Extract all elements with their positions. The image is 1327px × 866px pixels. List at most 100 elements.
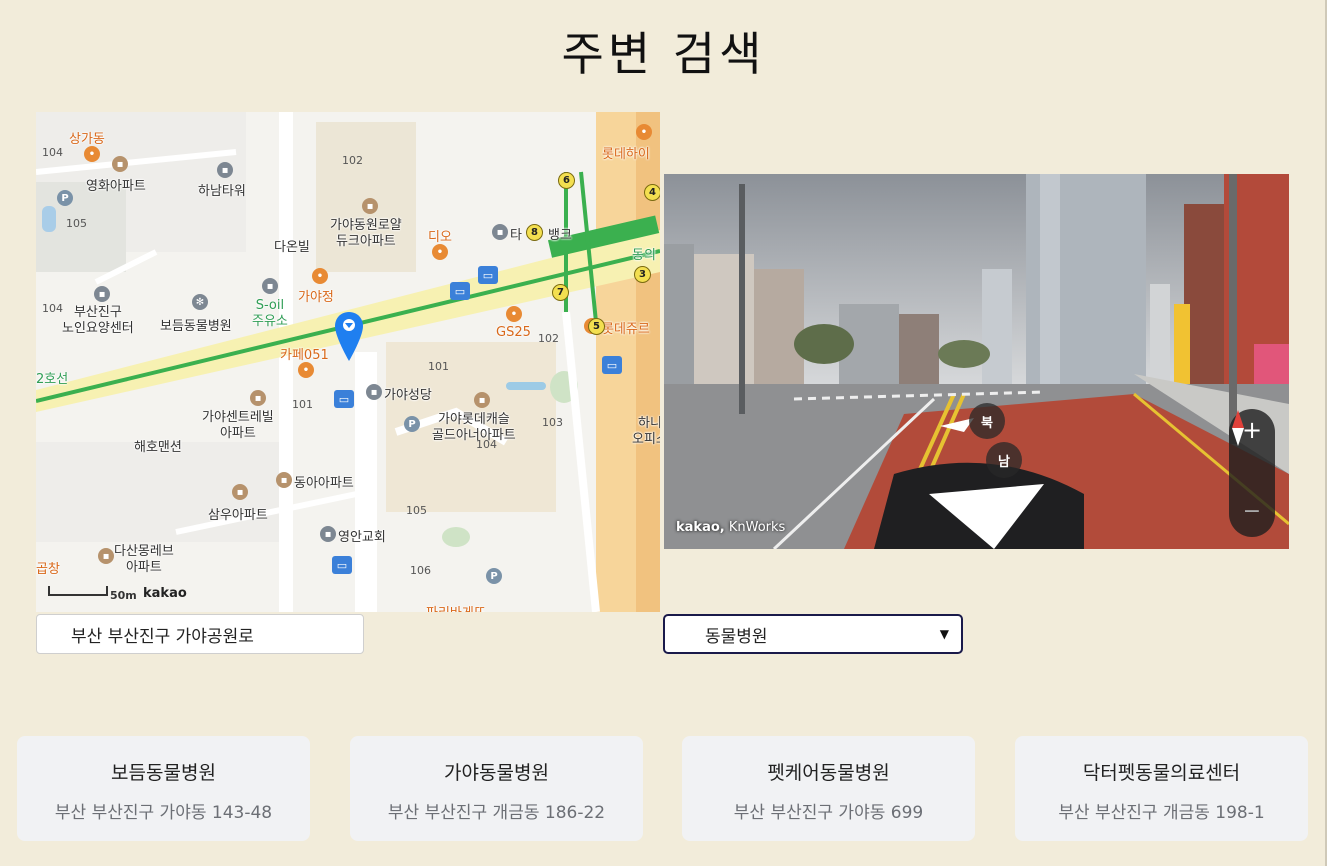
map-label: 타	[510, 228, 522, 243]
map-label: 가야성당	[384, 388, 432, 403]
apartment-icon: ▪	[112, 156, 128, 172]
map-label: GS25	[496, 325, 531, 340]
bus-stop-icon[interactable]: ▭	[450, 282, 470, 300]
building-number: 104	[42, 146, 63, 159]
subway-exit-icon[interactable]: 7	[552, 284, 569, 301]
roadview-credit-partner: KnWorks	[728, 520, 786, 535]
map-label: 가야정	[298, 290, 334, 305]
building-number: 104	[476, 438, 497, 451]
map-label: S-oil 주유소	[252, 298, 288, 329]
result-list: 보듬동물병원 부산 부산진구 가야동 143-48 가야동물병원 부산 부산진구…	[17, 736, 1309, 842]
map-label: 하니 오피스	[632, 416, 660, 447]
apartment-icon: ▪	[232, 484, 248, 500]
building-number: 101	[428, 360, 449, 373]
map-label: 뱅크	[548, 228, 572, 243]
category-select[interactable]: 동물병원 ▼	[663, 614, 963, 654]
roadview-panel[interactable]: 북 남 kakao, KnWorks + −	[664, 174, 1289, 549]
result-card[interactable]: 보듬동물병원 부산 부산진구 가야동 143-48	[17, 736, 310, 841]
church-icon: ▪	[366, 384, 382, 400]
map-label: 가야센트레빌 아파트	[202, 410, 274, 441]
subway-station-label: 동의	[632, 248, 656, 263]
bus-stop-icon[interactable]: ▭	[602, 356, 622, 374]
building-icon: ▪	[94, 286, 110, 302]
map-view[interactable]: 상가동 • ▪ 영화아파트 ▪ 하남타워 P ▪ 가야동원로얄 듀크아파트 다온…	[36, 112, 660, 612]
direction-south-badge[interactable]: 남	[986, 442, 1022, 478]
building-number: 105	[406, 504, 427, 517]
roadview-street-image	[664, 174, 1289, 549]
roadview-credit: kakao, KnWorks	[676, 520, 785, 535]
subway-exit-icon[interactable]: 5	[588, 318, 605, 335]
cafe-icon: •	[432, 244, 448, 260]
gas-station-icon: ▪	[262, 278, 278, 294]
map-label: 영안교회	[338, 530, 386, 545]
address-search-input[interactable]	[36, 614, 364, 654]
restaurant-icon: •	[84, 146, 100, 162]
map-label: 롯데하이	[602, 147, 650, 162]
map-scale-label: 50m	[110, 589, 137, 602]
parking-icon: P	[486, 568, 502, 584]
map-label: 카페051	[280, 348, 329, 363]
page-title: 주변 검색	[561, 27, 766, 81]
building-number: 102	[342, 154, 363, 167]
building-number: 101	[292, 398, 313, 411]
map-label: 가야동원로얄 듀크아파트	[330, 218, 402, 249]
direction-north-badge[interactable]: 북	[969, 403, 1005, 439]
subway-exit-icon[interactable]: 4	[644, 184, 660, 201]
cafe-icon: •	[298, 362, 314, 378]
bus-stop-icon[interactable]: ▭	[332, 556, 352, 574]
vet-icon: ✻	[192, 294, 208, 310]
bus-stop-icon[interactable]: ▭	[478, 266, 498, 284]
apartment-icon: ▪	[362, 198, 378, 214]
map-label: 보듬동물병원	[160, 319, 232, 334]
map-label: 해호맨션	[134, 440, 182, 455]
apartment-icon: ▪	[250, 390, 266, 406]
map-label: 상가동	[69, 132, 105, 147]
map-label: 곱창	[36, 562, 60, 577]
page: 주변 검색 상가동 • ▪ 영화아파트 ▪ 하남타워 P ▪ 가야동원로얄 듀크…	[0, 0, 1327, 866]
map-label: 부산진구 노인요양센터	[62, 305, 134, 336]
result-card[interactable]: 닥터펫동물의료센터 부산 부산진구 개금동 198-1	[1015, 736, 1308, 841]
result-address: 부산 부산진구 가야동 143-48	[54, 803, 273, 823]
building-number: 104	[42, 302, 63, 315]
result-address: 부산 부산진구 개금동 198-1	[1058, 803, 1265, 823]
chevron-down-icon: ▼	[939, 627, 949, 641]
convenience-store-icon: •	[506, 306, 522, 322]
map-label: 하남타워	[198, 184, 246, 199]
result-name: 펫케어동물병원	[767, 762, 890, 784]
subway-exit-icon[interactable]: 8	[526, 224, 543, 241]
roadview-zoom-control: + −	[1229, 409, 1275, 537]
building-number: 103	[542, 416, 563, 429]
compass-icon[interactable]	[1229, 409, 1247, 447]
building-icon: ▪	[217, 162, 233, 178]
map-label: 삼우아파트	[208, 508, 268, 523]
map-provider-logo: kakao	[143, 586, 187, 601]
restaurant-icon: •	[312, 268, 328, 284]
result-address: 부산 부산진구 개금동 186-22	[387, 803, 606, 823]
subway-exit-icon[interactable]: 6	[558, 172, 575, 189]
building-icon: ▪	[492, 224, 508, 240]
subway-exit-icon[interactable]: 3	[634, 266, 651, 283]
map-label: 다온빌	[274, 240, 310, 255]
map-label: 파리바게뜨	[426, 602, 486, 612]
roadview-credit-brand: kakao,	[676, 520, 725, 535]
result-name: 보듬동물병원	[111, 762, 216, 784]
building-number: 102	[538, 332, 559, 345]
building-number: 106	[410, 564, 431, 577]
map-label: 디오	[428, 230, 452, 245]
result-card[interactable]: 펫케어동물병원 부산 부산진구 가야동 699	[682, 736, 975, 841]
category-select-value: 동물병원	[705, 626, 768, 647]
restaurant-icon: •	[636, 124, 652, 140]
subway-line-label: 2호선	[36, 372, 69, 387]
map-label: 다산몽레브 아파트	[114, 544, 174, 575]
map-label: 가야롯데캐슬 골드아너아파트	[432, 412, 516, 443]
location-marker-icon[interactable]	[334, 311, 364, 363]
map-scale-bar	[48, 586, 108, 596]
apartment-icon: ▪	[474, 392, 490, 408]
parking-icon: P	[57, 190, 73, 206]
result-card[interactable]: 가야동물병원 부산 부산진구 개금동 186-22	[350, 736, 643, 841]
map-label: 영화아파트	[86, 179, 146, 194]
building-number: 105	[66, 217, 87, 230]
zoom-out-button[interactable]: −	[1229, 497, 1275, 527]
bus-stop-icon[interactable]: ▭	[334, 390, 354, 408]
parking-icon: P	[404, 416, 420, 432]
